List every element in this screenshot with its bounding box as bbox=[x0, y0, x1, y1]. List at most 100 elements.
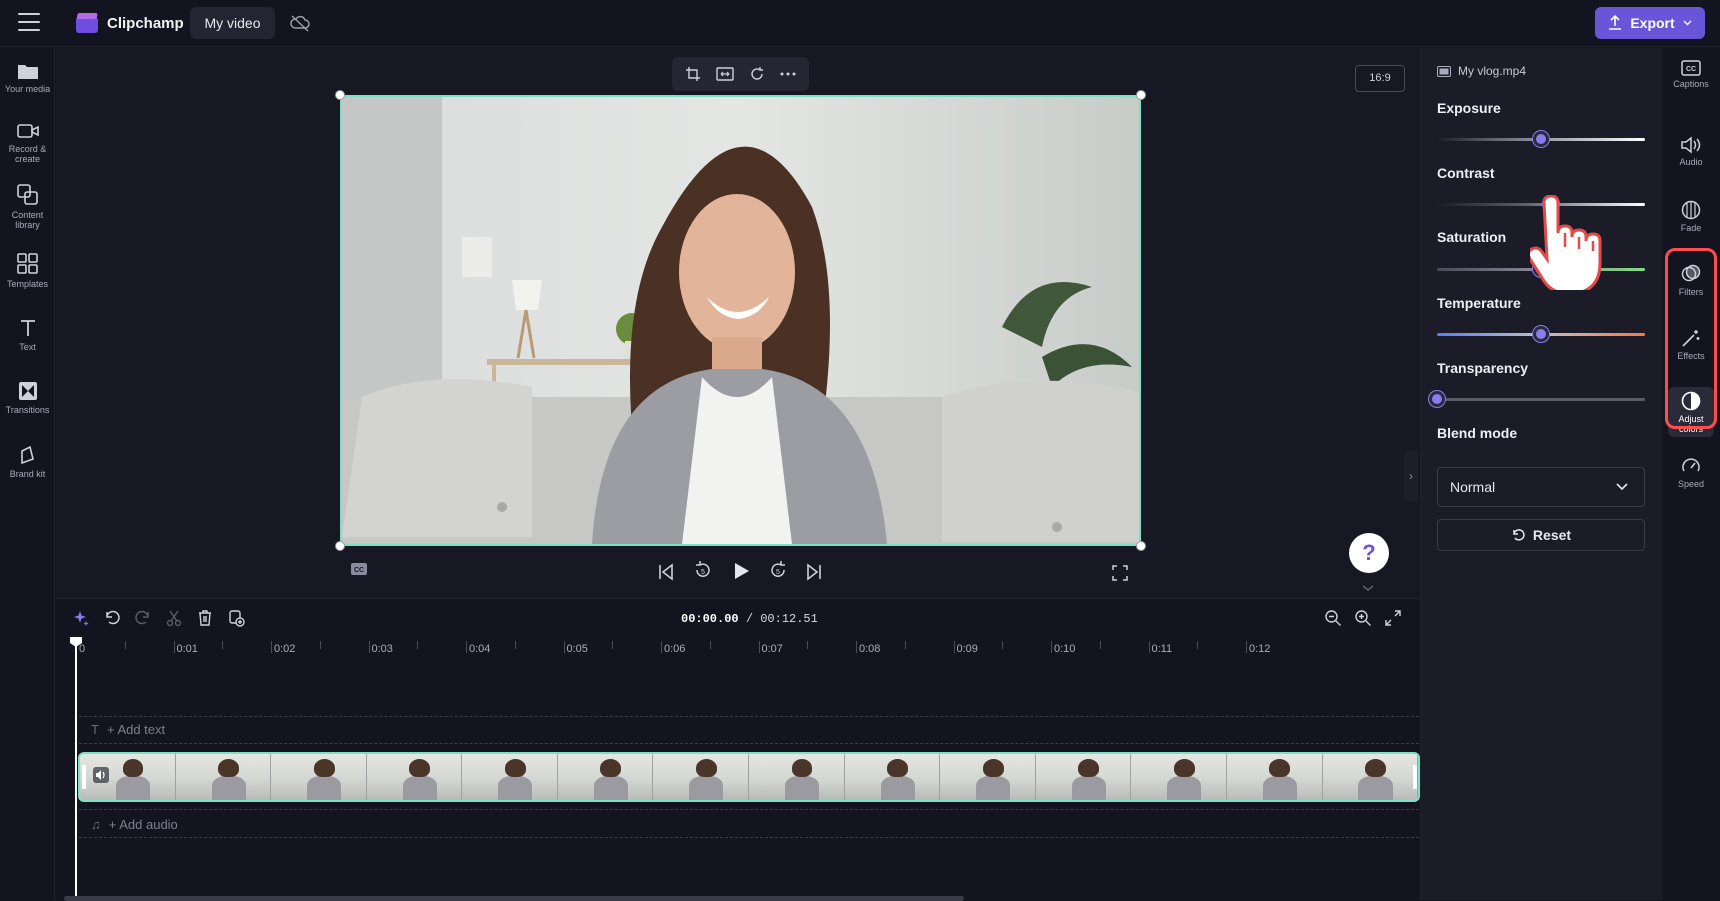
closed-captions-icon[interactable]: CC bbox=[350, 557, 368, 581]
ruler-minor-tick bbox=[319, 641, 321, 649]
blend-mode-select[interactable]: Normal bbox=[1437, 467, 1645, 507]
sidebar-item-your-media[interactable]: Your media bbox=[0, 62, 55, 94]
ruler-label: 0:07 bbox=[761, 643, 783, 655]
rail-item-speed[interactable]: Speed bbox=[1662, 456, 1720, 489]
transparency-slider[interactable] bbox=[1437, 398, 1645, 401]
duplicate-icon[interactable] bbox=[227, 609, 245, 627]
menu-icon[interactable] bbox=[18, 13, 40, 33]
clip-thumbnail bbox=[749, 754, 845, 800]
rewind-5-icon[interactable]: 5 bbox=[692, 558, 714, 582]
fullscreen-icon[interactable] bbox=[1112, 561, 1128, 585]
music-note-icon: ♫ bbox=[91, 817, 101, 832]
ruler-label: 0 bbox=[79, 643, 86, 655]
ruler-tick bbox=[661, 641, 662, 653]
ruler-tick bbox=[856, 641, 857, 653]
aspect-ratio-button[interactable]: 16:9 bbox=[1355, 65, 1405, 92]
rotate-icon[interactable] bbox=[749, 66, 765, 82]
timeline: 00:00.00 / 00:12.51 0 0:01 0:02 0:03 0:04 0:0… bbox=[56, 598, 1420, 901]
resize-handle-top-left[interactable] bbox=[335, 90, 345, 100]
undo-icon[interactable] bbox=[103, 609, 121, 627]
ruler-minor-tick bbox=[417, 641, 419, 649]
export-button[interactable]: Export bbox=[1595, 7, 1705, 39]
sidebar-item-transitions[interactable]: Transitions bbox=[0, 381, 55, 415]
highlight-box bbox=[1665, 248, 1717, 429]
svg-text:CC: CC bbox=[354, 567, 364, 574]
add-audio-track[interactable]: ♫ + Add audio bbox=[91, 817, 178, 832]
ruler-tick bbox=[758, 641, 760, 653]
play-icon[interactable] bbox=[731, 559, 751, 583]
chevron-down-icon[interactable] bbox=[1362, 585, 1374, 592]
temperature-slider-knob[interactable] bbox=[1533, 326, 1549, 342]
chevron-down-icon bbox=[1683, 20, 1692, 26]
clip-thumbnail bbox=[940, 754, 1036, 800]
clip-trim-handle-right[interactable] bbox=[1413, 765, 1417, 789]
text-icon bbox=[20, 320, 35, 336]
transparency-slider-knob[interactable] bbox=[1429, 391, 1445, 407]
skip-back-icon[interactable] bbox=[657, 560, 675, 584]
more-options-icon[interactable] bbox=[780, 72, 796, 76]
rail-item-label: Fade bbox=[1680, 223, 1702, 233]
ruler-label: 0:11 bbox=[1151, 643, 1173, 655]
track-divider bbox=[74, 809, 1419, 810]
resize-handle-bottom-right[interactable] bbox=[1136, 541, 1146, 551]
collapse-panel-button[interactable]: › bbox=[1404, 450, 1418, 502]
track-divider bbox=[74, 716, 1419, 717]
audio-icon bbox=[1681, 136, 1701, 154]
zoom-out-icon[interactable] bbox=[1324, 609, 1342, 627]
reset-button[interactable]: Reset bbox=[1437, 519, 1645, 551]
clip-thumbnail bbox=[271, 754, 367, 800]
video-clip[interactable] bbox=[78, 752, 1420, 802]
ruler-tick bbox=[173, 641, 175, 653]
rail-item-fade[interactable]: Fade bbox=[1662, 200, 1720, 233]
add-audio-label: + Add audio bbox=[108, 817, 178, 832]
playhead[interactable] bbox=[75, 637, 77, 901]
adjust-colors-panel: My vlog.mp4 Exposure Contrast Saturation… bbox=[1420, 48, 1662, 900]
split-scissors-icon[interactable] bbox=[165, 609, 183, 627]
temperature-label: Temperature bbox=[1437, 295, 1521, 311]
ruler-tick bbox=[1051, 641, 1052, 653]
track-divider bbox=[74, 837, 1419, 838]
delete-icon[interactable] bbox=[196, 609, 214, 627]
ruler-minor-tick bbox=[514, 641, 516, 649]
ruler-minor-tick bbox=[709, 641, 711, 649]
clip-thumbnail bbox=[1322, 754, 1418, 800]
timeline-ruler[interactable]: 0 0:01 0:02 0:03 0:04 0:05 0:06 0:07 0:08 0:09 0:1… bbox=[74, 639, 1419, 661]
clip-thumbnail bbox=[1226, 754, 1323, 800]
speaker-icon[interactable] bbox=[93, 767, 109, 783]
clip-file-name: My vlog.mp4 bbox=[1437, 64, 1526, 78]
sidebar-item-label: Templates bbox=[6, 279, 49, 289]
transparency-label: Transparency bbox=[1437, 360, 1529, 376]
fit-icon[interactable] bbox=[716, 67, 734, 81]
sidebar-item-content-library[interactable]: Content library bbox=[0, 184, 55, 230]
ruler-minor-tick bbox=[807, 641, 809, 649]
current-time: 00:00.00 bbox=[681, 612, 739, 626]
ruler-label: 0:04 bbox=[469, 643, 491, 655]
skip-forward-icon[interactable] bbox=[805, 560, 823, 584]
resize-handle-bottom-left[interactable] bbox=[335, 541, 345, 551]
forward-5-icon[interactable]: 5 bbox=[767, 558, 789, 582]
magic-sparkle-icon[interactable] bbox=[72, 609, 90, 627]
fit-timeline-icon[interactable] bbox=[1384, 609, 1402, 627]
track-divider bbox=[74, 743, 1419, 744]
sidebar-item-record-create[interactable]: Record & create bbox=[0, 122, 55, 164]
add-text-track[interactable]: T + Add text bbox=[91, 722, 165, 737]
video-preview[interactable] bbox=[340, 95, 1141, 546]
sidebar-item-brand-kit[interactable]: Brand kit bbox=[0, 445, 55, 479]
text-icon: T bbox=[91, 722, 99, 737]
help-button[interactable]: ? bbox=[1349, 533, 1389, 573]
project-title[interactable]: My video bbox=[190, 7, 275, 39]
sidebar-item-text[interactable]: Text bbox=[0, 318, 55, 352]
crop-icon[interactable] bbox=[685, 66, 701, 82]
ruler-tick bbox=[1246, 641, 1247, 653]
resize-handle-top-right[interactable] bbox=[1136, 90, 1146, 100]
exposure-slider-knob[interactable] bbox=[1533, 131, 1549, 147]
zoom-in-icon[interactable] bbox=[1354, 609, 1372, 627]
sidebar-item-templates[interactable]: Templates bbox=[0, 253, 55, 289]
rail-item-audio[interactable]: Audio bbox=[1662, 136, 1720, 167]
timeline-scrollbar[interactable] bbox=[64, 896, 964, 901]
speed-icon bbox=[1682, 458, 1700, 472]
clip-trim-handle-left[interactable] bbox=[82, 765, 86, 789]
redo-icon[interactable] bbox=[134, 609, 152, 627]
rail-item-captions[interactable]: CC Captions bbox=[1662, 60, 1720, 89]
ruler-tick bbox=[953, 641, 955, 653]
